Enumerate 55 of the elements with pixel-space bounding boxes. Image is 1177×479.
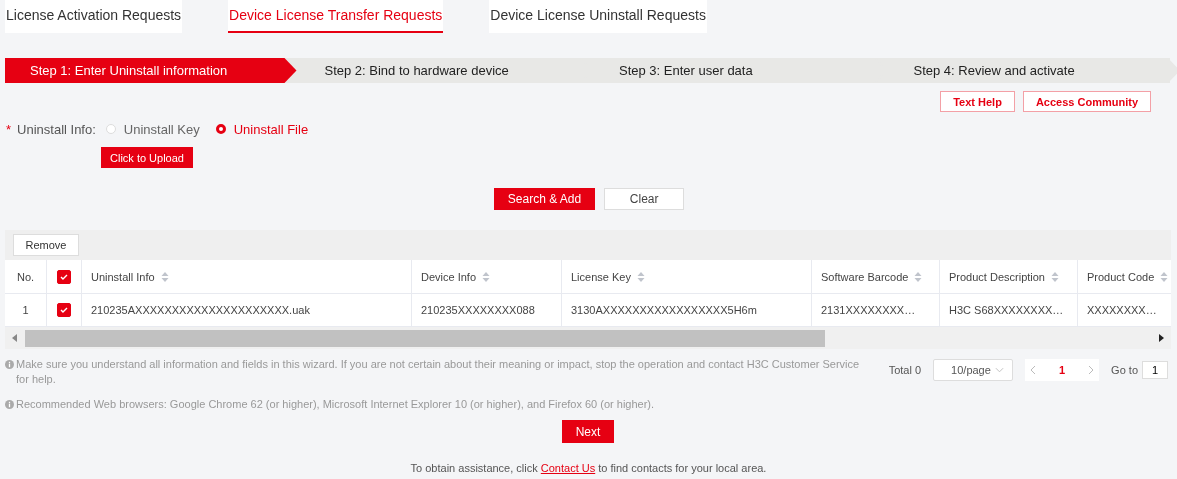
column-header[interactable]: Product Description xyxy=(940,260,1078,293)
next-page-icon[interactable] xyxy=(1088,365,1095,375)
total-count: Total 0 xyxy=(888,364,922,376)
checkbox[interactable] xyxy=(57,303,71,317)
help-button[interactable]: Text Help xyxy=(940,91,1015,112)
clear-button[interactable]: Clear xyxy=(604,188,685,210)
table-cell: 210235XXXXXXXX088 xyxy=(412,294,562,326)
table-cell: XXXXXXXX… xyxy=(1078,294,1171,326)
goto-label: Go to xyxy=(1111,364,1138,376)
caret-icon xyxy=(995,367,1005,373)
column-header[interactable]: Device Info xyxy=(412,260,562,293)
help-button[interactable]: Access Community xyxy=(1022,91,1151,112)
radio-option[interactable]: Uninstall Key xyxy=(105,121,200,137)
contact-link[interactable]: Contact Us xyxy=(540,462,596,474)
wizard-step: Step 1: Enter Uninstall information xyxy=(5,58,297,83)
remove-button[interactable]: Remove xyxy=(13,234,79,256)
sort-icon[interactable] xyxy=(482,270,491,283)
search-add-button[interactable]: Search & Add xyxy=(493,188,596,210)
next-button[interactable]: Next xyxy=(561,420,615,443)
table-cell: 1 xyxy=(5,294,47,326)
table-cell: 2131XXXXXXXX… xyxy=(812,294,940,326)
sort-icon[interactable] xyxy=(1051,270,1059,283)
info-icon xyxy=(5,400,14,409)
column-header[interactable]: License Key xyxy=(562,260,812,293)
tab[interactable]: Device License Uninstall Requests xyxy=(489,0,707,33)
table-cell: H3C S68XXXXXXXX… xyxy=(940,294,1078,326)
sort-icon[interactable] xyxy=(160,270,169,283)
table-cell: 210235AXXXXXXXXXXXXXXXXXXXXX.uak xyxy=(82,294,412,326)
column-header: No. xyxy=(5,260,47,293)
sort-icon[interactable] xyxy=(636,270,645,283)
sort-icon[interactable] xyxy=(914,270,923,283)
upload-button[interactable]: Click to Upload xyxy=(101,147,193,168)
previous-page-icon[interactable] xyxy=(1030,365,1037,375)
tab[interactable]: License Activation Requests xyxy=(5,0,183,33)
required-mark: * xyxy=(6,121,12,137)
page-size-select[interactable]: 10/page xyxy=(933,359,1014,381)
checkbox[interactable] xyxy=(57,269,71,284)
field-label: Uninstall Info: xyxy=(17,121,96,137)
radio-option[interactable]: Uninstall File xyxy=(215,121,309,137)
note-text: Recommended Web browsers: Google Chrome 62 (or higher), Microsoft Internet Explorer 10 (or higher), and Firefox 60 (or higher). xyxy=(16,397,655,412)
column-header[interactable]: Product Code xyxy=(1078,260,1171,293)
assistance-text: To obtain assistance, click Contact Us to find contacts for your local area. xyxy=(409,462,768,474)
note-text: Make sure you understand all information and fields in this wizard. If you are not certain about their meaning or impact, stop the operation and contact H3C Customer Service for help. xyxy=(16,357,861,387)
page-number[interactable]: 1 xyxy=(1059,364,1066,376)
column-header[interactable]: Uninstall Info xyxy=(82,260,412,293)
scroll-left-icon[interactable] xyxy=(11,333,19,343)
radio-icon[interactable] xyxy=(215,124,226,134)
tab[interactable]: Device License Transfer Requests xyxy=(228,0,444,33)
scroll-right-icon[interactable] xyxy=(1157,333,1165,343)
table-cell: 3130AXXXXXXXXXXXXXXXXX5H6m xyxy=(562,294,812,326)
info-icon xyxy=(5,360,14,369)
column-header[interactable]: Software Barcode xyxy=(812,260,940,293)
check-icon xyxy=(59,305,69,315)
goto-field[interactable]: 1 xyxy=(1142,361,1168,379)
sort-icon[interactable] xyxy=(1160,270,1169,283)
